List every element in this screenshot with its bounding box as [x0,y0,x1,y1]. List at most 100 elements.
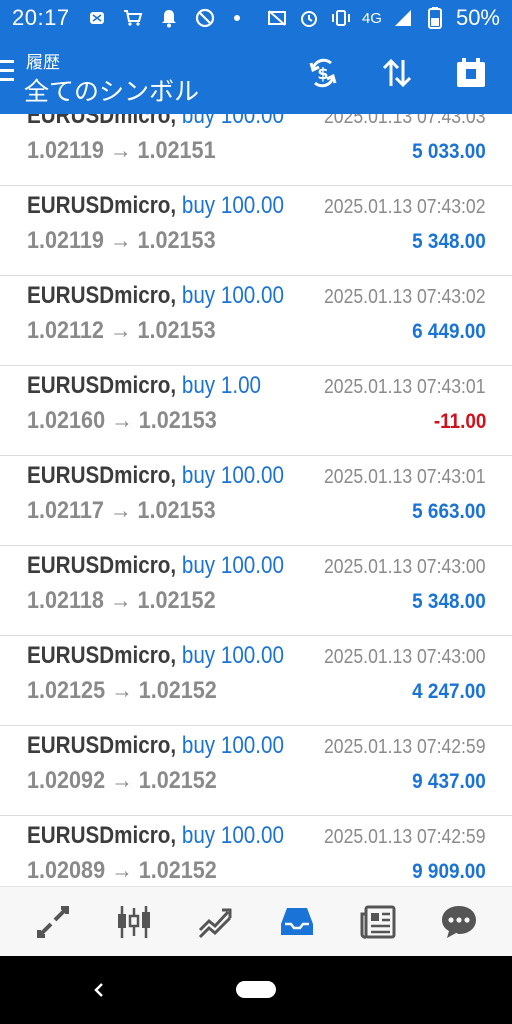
arrow-icon: → [109,317,132,344]
open-price: 1.02119 [27,227,104,254]
trade-time: 2025.01.13 07:43:00 [322,646,486,669]
trade-prices: 1.02125 → 1.02152 [27,677,217,705]
back-chevron-icon [94,983,103,997]
symbol-name: EURUSDmicro, [27,192,177,219]
nav-messages[interactable] [435,898,483,946]
trade-side-volume: buy 1.00 [181,372,262,399]
arrow-icon: → [109,587,132,614]
nav-history[interactable] [273,898,321,946]
vibrate-icon [330,7,352,29]
trade-symbol: EURUSDmicro, buy 100.00 [27,552,284,580]
candlestick-chart-icon [117,905,150,938]
nav-news[interactable] [354,898,402,946]
trade-time: 2025.01.13 07:43:01 [322,376,486,399]
signal-icon [392,7,414,29]
trade-prices: 1.02118 → 1.02152 [27,587,216,615]
symbol-name: EURUSDmicro, [27,642,177,669]
trade-profit: 5 348.00 [412,230,486,253]
symbol-name: EURUSDmicro, [27,114,177,129]
sort-button[interactable] [378,54,416,92]
app-toolbar: 履歴 全てのシンボル $ [0,36,512,114]
close-price: 1.02152 [138,857,217,884]
trade-row[interactable]: EURUSDmicro, buy 100.00 2025.01.13 07:42:… [0,816,512,886]
symbol-name: EURUSDmicro, [27,372,177,399]
open-price: 1.02160 [27,407,106,434]
open-price: 1.02117 [27,497,104,524]
trade-row[interactable]: EURUSDmicro, buy 100.00 2025.01.13 07:43:… [0,276,512,366]
trade-profit: 9 909.00 [412,860,486,883]
calendar-icon [457,58,485,87]
close-price: 1.02152 [138,677,217,704]
trade-prices: 1.02160 → 1.02153 [27,407,217,435]
sort-icon [382,58,412,88]
trade-side-volume: buy 100.00 [181,114,284,129]
close-price: 1.02151 [137,137,216,164]
trade-side-volume: buy 100.00 [181,642,284,669]
news-icon [360,905,396,939]
close-price: 1.02152 [138,767,217,794]
trade-row[interactable]: EURUSDmicro, buy 100.00 2025.01.13 07:43:… [0,186,512,276]
trade-row[interactable]: EURUSDmicro, buy 100.00 2025.01.13 07:43:… [0,456,512,546]
close-price: 1.02153 [137,317,216,344]
system-navigation-bar [0,956,512,1024]
bell-icon [158,7,180,29]
arrow-icon: → [111,677,133,704]
trade-row[interactable]: EURUSDmicro, buy 100.00 2025.01.13 07:43:… [0,636,512,726]
close-price: 1.02153 [137,227,216,254]
trade-time: 2025.01.13 07:43:01 [322,466,486,489]
arrow-icon: → [109,137,132,164]
nav-trade[interactable] [191,898,239,946]
trade-symbol: EURUSDmicro, buy 100.00 [27,192,284,220]
close-price: 1.02153 [138,407,217,434]
app-notification-icon [86,7,108,29]
trade-profit: -11.00 [433,410,486,433]
trade-row[interactable]: EURUSDmicro, buy 100.00 2025.01.13 07:42:… [0,726,512,816]
trade-side-volume: buy 100.00 [181,552,284,579]
trade-time: 2025.01.13 07:42:59 [322,826,486,849]
nav-chart[interactable] [110,898,158,946]
chat-icon [442,905,477,938]
more-notifications-dot [233,15,240,21]
svg-text:$: $ [317,64,328,83]
open-price: 1.02112 [27,317,104,344]
status-time: 20:17 [12,5,70,30]
trade-symbol: EURUSDmicro, buy 100.00 [27,642,284,670]
nav-quotes[interactable] [29,898,77,946]
bottom-navigation [0,886,512,956]
trade-prices: 1.02119 → 1.02151 [27,137,216,165]
menu-icon[interactable] [0,60,14,86]
trade-symbol: EURUSDmicro, buy 100.00 [27,282,284,310]
symbol-name: EURUSDmicro, [27,282,177,309]
arrow-icon: → [111,857,133,884]
home-button[interactable] [236,981,276,998]
symbol-name: EURUSDmicro, [27,552,177,579]
trade-side-volume: buy 100.00 [181,192,284,219]
arrow-icon: → [109,497,132,524]
open-price: 1.02119 [27,137,104,164]
trade-profit: 5 033.00 [412,140,486,163]
trade-prices: 1.02092 → 1.02152 [27,767,217,795]
trade-side-volume: buy 100.00 [181,822,284,849]
trade-profit: 5 663.00 [412,500,486,523]
trade-time: 2025.01.13 07:43:02 [322,286,486,309]
trade-icon [199,908,232,938]
trade-time: 2025.01.13 07:42:59 [322,736,486,759]
back-button[interactable] [88,978,110,1002]
cast-off-icon [266,7,288,29]
symbol-filter-title[interactable]: 全てのシンボル [24,72,199,108]
quotes-icon [36,905,69,938]
deposit-withdrawal-button[interactable]: $ [304,54,342,92]
trade-row[interactable]: EURUSDmicro, buy 100.00 2025.01.13 07:43:… [0,546,512,636]
trade-row[interactable]: EURUSDmicro, buy 100.00 2025.01.13 07:43:… [0,114,512,186]
trade-side-volume: buy 100.00 [181,732,284,759]
trade-symbol: EURUSDmicro, buy 100.00 [27,114,284,130]
calendar-button[interactable] [452,54,490,92]
do-not-disturb-icon [194,7,216,29]
arrow-icon: → [109,227,132,254]
currency-swap-icon: $ [309,58,337,88]
trade-prices: 1.02112 → 1.02153 [27,317,216,345]
trade-row[interactable]: EURUSDmicro, buy 1.00 2025.01.13 07:43:01… [0,366,512,456]
symbol-name: EURUSDmicro, [27,462,177,489]
trade-prices: 1.02119 → 1.02153 [27,227,216,255]
trade-history-list[interactable]: EURUSDmicro, buy 100.00 2025.01.13 07:43:… [0,114,512,886]
